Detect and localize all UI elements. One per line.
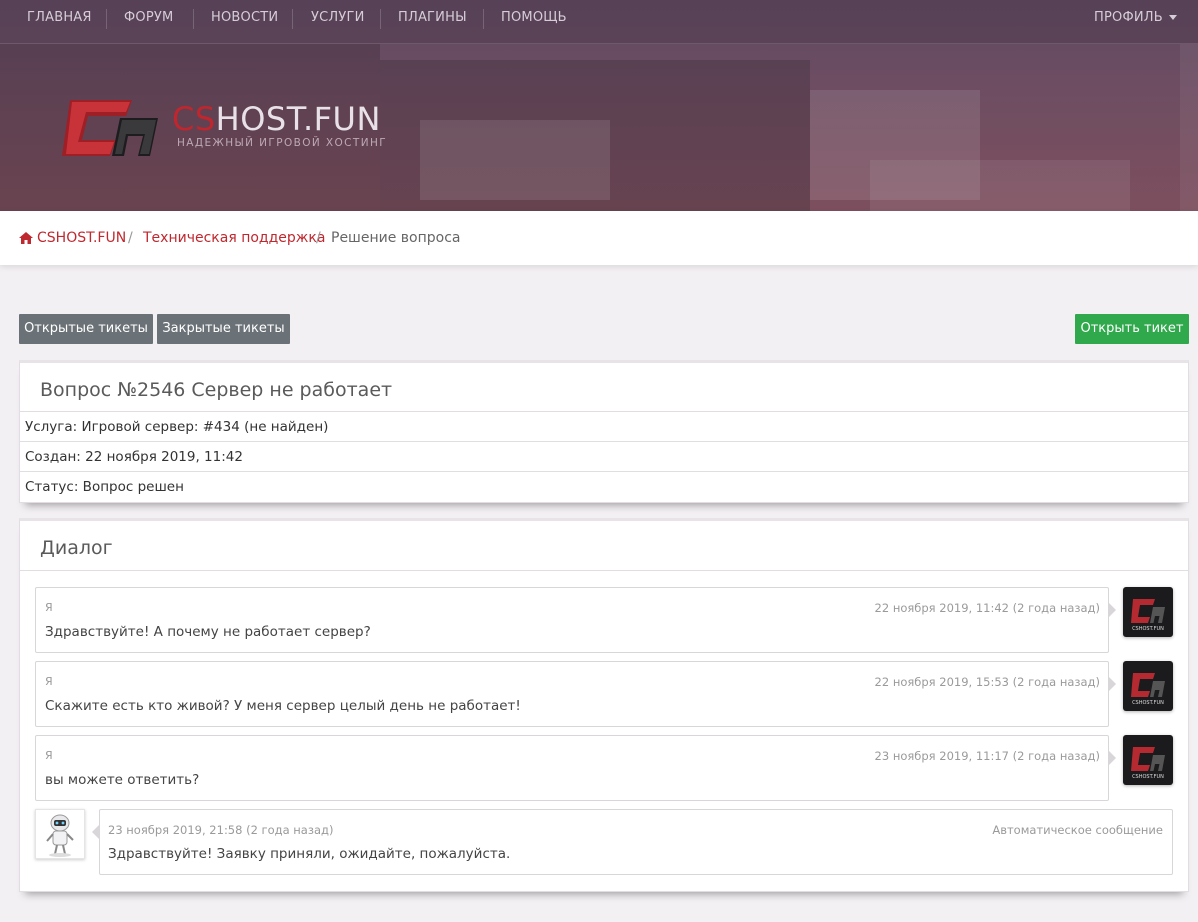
logo-text[interactable]: CSHOST.FUN <box>172 100 381 138</box>
ticket-service: Услуга: Игровой сервер: #434 (не найден) <box>20 411 1188 441</box>
closed-tickets-button[interactable]: Закрытые тикеты <box>157 314 290 344</box>
nav-item-home[interactable]: ГЛАВНАЯ <box>27 0 92 36</box>
ticket-created: Создан: 22 ноября 2019, 11:42 <box>20 441 1188 471</box>
open-tickets-button[interactable]: Открытые тикеты <box>19 314 153 344</box>
open-ticket-button[interactable]: Открыть тикет <box>1075 314 1189 344</box>
avatar-text: CSHOST.FUN <box>1132 626 1164 632</box>
auto-message-label: Автоматическое сообщение <box>992 823 1163 837</box>
breadcrumb-current: Решение вопроса <box>331 230 461 246</box>
robot-icon <box>46 814 74 857</box>
reply-time: 23 ноября 2019, 21:58 (2 года назад) <box>108 823 334 837</box>
message-text: вы можете ответить? <box>45 772 200 788</box>
avatar: CSHOST.FUN <box>1123 735 1173 785</box>
breadcrumb-support[interactable]: Техническая поддержка <box>143 230 325 246</box>
breadcrumb-separator: / <box>316 230 321 246</box>
ticket-title: Вопрос №2546 Сервер не работает <box>40 379 393 401</box>
profile-menu[interactable]: ПРОФИЛЬ <box>1094 0 1177 36</box>
message-text: Здравствуйте! А почему не работает серве… <box>45 624 371 640</box>
avatar-text: CSHOST.FUN <box>1132 774 1164 780</box>
message-pointer <box>1109 677 1116 691</box>
logo-tagline: НАДЕЖНЫЙ ИГРОВОЙ ХОСТИНГ <box>177 137 388 149</box>
nav-item-forum[interactable]: ФОРУМ <box>124 0 173 36</box>
message-author: Я <box>45 749 53 762</box>
avatar-text: CSHOST.FUN <box>1132 700 1164 706</box>
breadcrumb-separator: / <box>128 230 133 246</box>
header-banner: ГЛАВНАЯ ФОРУМ НОВОСТИ УСЛУГИ ПЛАГИНЫ ПОМ… <box>0 0 1198 211</box>
breadcrumb-home[interactable]: CSHOST.FUN <box>37 230 126 246</box>
message-item: Я 22 ноября 2019, 15:53 (2 года назад) С… <box>35 661 1109 727</box>
top-navigation: ГЛАВНАЯ ФОРУМ НОВОСТИ УСЛУГИ ПЛАГИНЫ ПОМ… <box>0 0 1198 44</box>
support-bot-avatar <box>35 809 85 859</box>
message-author: Я <box>45 675 53 688</box>
ticket-status: Статус: Вопрос решен <box>20 471 1188 501</box>
message-time: 23 ноября 2019, 11:17 (2 года назад) <box>874 749 1100 763</box>
ticket-info-panel: Вопрос №2546 Сервер не работает Услуга: … <box>19 360 1189 503</box>
nav-item-news[interactable]: НОВОСТИ <box>211 0 278 36</box>
message-item: Я 22 ноября 2019, 11:42 (2 года назад) З… <box>35 587 1109 653</box>
message-time: 22 ноября 2019, 11:42 (2 года назад) <box>874 601 1100 615</box>
message-text: Скажите есть кто живой? У меня сервер це… <box>45 698 521 714</box>
nav-item-plugins[interactable]: ПЛАГИНЫ <box>398 0 467 36</box>
nav-item-help[interactable]: ПОМОЩЬ <box>501 0 567 36</box>
logo-icon[interactable] <box>60 96 160 158</box>
profile-label: ПРОФИЛЬ <box>1094 10 1163 25</box>
message-pointer <box>1109 751 1116 765</box>
message-time: 22 ноября 2019, 15:53 (2 года назад) <box>874 675 1100 689</box>
chevron-down-icon <box>1168 15 1177 20</box>
avatar: CSHOST.FUN <box>1123 587 1173 637</box>
reply-text: Здравствуйте! Заявку приняли, ожидайте, … <box>108 846 511 862</box>
avatar: CSHOST.FUN <box>1123 661 1173 711</box>
message-item: Я 23 ноября 2019, 11:17 (2 года назад) в… <box>35 735 1109 801</box>
message-pointer <box>1109 603 1116 617</box>
breadcrumb: CSHOST.FUN / Техническая поддержка / Реш… <box>0 211 1198 265</box>
home-icon[interactable] <box>19 232 33 244</box>
reply-message: 23 ноября 2019, 21:58 (2 года назад) Авт… <box>99 809 1173 875</box>
message-pointer <box>92 825 99 839</box>
dialog-title: Диалог <box>40 537 113 559</box>
nav-item-services[interactable]: УСЛУГИ <box>311 0 365 36</box>
message-author: Я <box>45 601 53 614</box>
